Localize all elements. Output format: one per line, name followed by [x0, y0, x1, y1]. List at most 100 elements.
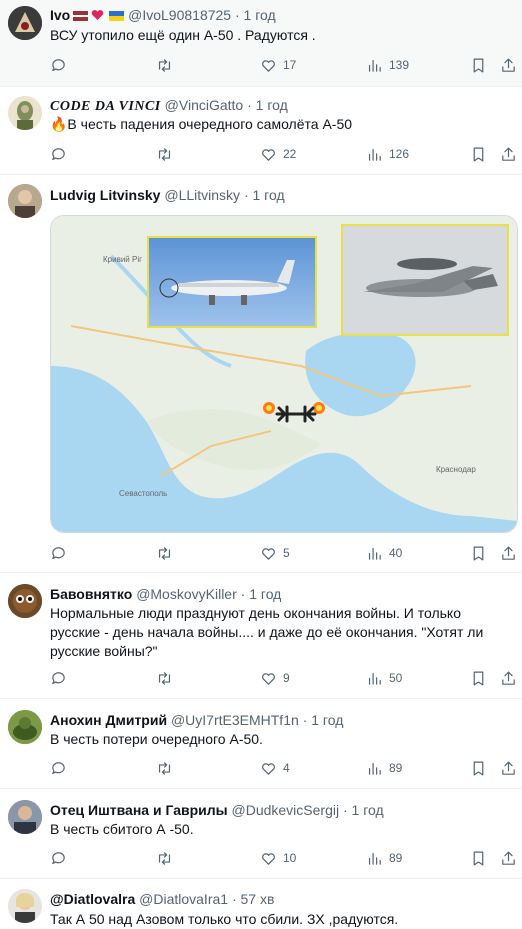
like-count: 5	[283, 546, 290, 560]
bookmark-icon	[473, 546, 484, 560]
views-button[interactable]: 40	[366, 543, 402, 563]
author-name[interactable]: Ivo	[50, 7, 70, 23]
avatar[interactable]	[8, 710, 42, 744]
bookmark-button[interactable]	[470, 758, 487, 778]
reply-button[interactable]	[50, 144, 67, 164]
like-button[interactable]: 4	[260, 758, 290, 778]
like-button[interactable]: 9	[260, 668, 290, 688]
tweet[interactable]: @Diatlovalra @DiatlovaIra1 · 57 хв Так А…	[0, 879, 522, 929]
tweet-header: Ludvig Litvinsky @LLitvinsky · 1 год	[50, 186, 285, 204]
author-handle[interactable]: @MoskovyKiller	[136, 586, 237, 602]
avatar[interactable]	[8, 800, 42, 834]
like-button[interactable]: 5	[260, 543, 290, 563]
bookmark-button[interactable]	[470, 543, 487, 563]
timestamp[interactable]: 1 год	[256, 97, 288, 113]
views-button[interactable]: 50	[366, 668, 402, 688]
separator-dot: ·	[247, 97, 252, 113]
author-name[interactable]: Анохин Дмитрий	[50, 712, 167, 728]
aircraft-photo-il20	[147, 236, 317, 328]
tweet[interactable]: Анохин Дмитрий @UyI7rtE3EMHTf1n · 1 год …	[0, 699, 522, 789]
tweet-feed: Ivo @IvoL90818725 · 1 год ВСУ утопило ещ…	[0, 0, 522, 929]
avatar[interactable]	[8, 184, 42, 218]
views-button[interactable]: 126	[366, 144, 409, 164]
avatar[interactable]	[8, 889, 42, 923]
timestamp[interactable]: 1 год	[253, 187, 285, 203]
author-name[interactable]: @Diatlovalra	[50, 891, 135, 907]
retweet-button[interactable]	[156, 848, 173, 868]
share-button[interactable]	[500, 144, 517, 164]
avatar[interactable]	[8, 96, 42, 130]
author-name[interactable]: CODE DA VINCI	[50, 99, 161, 114]
tweet[interactable]: Ivo @IvoL90818725 · 1 год ВСУ утопило ещ…	[0, 0, 522, 87]
avatar[interactable]	[8, 584, 42, 618]
bookmark-button[interactable]	[470, 668, 487, 688]
share-icon	[502, 546, 515, 560]
timestamp[interactable]: 1 год	[311, 712, 343, 728]
retweet-icon	[158, 761, 171, 775]
tweet-header: Анохин Дмитрий @UyI7rtE3EMHTf1n · 1 год	[50, 711, 343, 729]
reply-button[interactable]	[50, 848, 67, 868]
retweet-icon	[158, 147, 171, 161]
share-icon	[502, 851, 515, 865]
timestamp[interactable]: 1 год	[249, 586, 281, 602]
author-handle[interactable]: @DiatlovaIra1	[139, 891, 228, 907]
timestamp[interactable]: 1 год	[352, 802, 384, 818]
like-button[interactable]: 22	[260, 144, 296, 164]
share-button[interactable]	[500, 668, 517, 688]
author-name[interactable]: Ludvig Litvinsky	[50, 187, 160, 203]
timestamp[interactable]: 57 хв	[241, 891, 275, 907]
tweet-actions: 4 89	[50, 758, 520, 778]
retweet-button[interactable]	[156, 55, 173, 75]
author-name[interactable]: Отец Иштвана и Гаврилы	[50, 802, 228, 818]
like-count: 4	[283, 761, 290, 775]
author-handle[interactable]: @UyI7rtE3EMHTf1n	[171, 712, 299, 728]
views-button[interactable]: 139	[366, 55, 409, 75]
reply-button[interactable]	[50, 668, 67, 688]
reply-button[interactable]	[50, 543, 67, 563]
author-handle[interactable]: @DudkevicSergij	[232, 802, 340, 818]
retweet-icon	[158, 671, 171, 685]
views-icon	[368, 762, 381, 775]
bookmark-button[interactable]	[470, 55, 487, 75]
tweet[interactable]: Бавовнятко @MoskovyKiller · 1 год Нормал…	[0, 573, 522, 699]
bookmark-button[interactable]	[470, 848, 487, 868]
map-image[interactable]: Кривий Ріг Севастополь Краснодар	[50, 215, 518, 533]
retweet-button[interactable]	[156, 758, 173, 778]
retweet-button[interactable]	[156, 144, 173, 164]
explosion-marker-icon	[313, 402, 325, 414]
author-name[interactable]: Бавовнятко	[50, 586, 132, 602]
tweet[interactable]: Ludvig Litvinsky @LLitvinsky · 1 год Кри	[0, 175, 522, 573]
reply-icon	[52, 851, 65, 864]
tweet-actions: 17 139	[50, 55, 520, 75]
reply-button[interactable]	[50, 758, 67, 778]
tweet[interactable]: CODE DA VINCI @VinciGatto · 1 год 🔥В чес…	[0, 87, 522, 175]
separator-dot: ·	[243, 187, 249, 203]
avatar[interactable]	[8, 6, 42, 40]
like-button[interactable]: 17	[260, 55, 296, 75]
share-icon	[502, 761, 515, 775]
share-button[interactable]	[500, 55, 517, 75]
separator-dot: ·	[231, 891, 237, 907]
timestamp[interactable]: 1 год	[244, 7, 276, 23]
reply-button[interactable]	[50, 55, 67, 75]
tweet[interactable]: Отец Иштвана и Гаврилы @DudkevicSergij ·…	[0, 789, 522, 879]
retweet-button[interactable]	[156, 668, 173, 688]
share-button[interactable]	[500, 543, 517, 563]
author-handle[interactable]: @LLitvinsky	[164, 187, 240, 203]
views-button[interactable]: 89	[366, 848, 402, 868]
tweet-header: Ivo @IvoL90818725 · 1 год	[50, 6, 276, 24]
bookmark-button[interactable]	[470, 144, 487, 164]
like-button[interactable]: 10	[260, 848, 296, 868]
like-icon	[262, 59, 275, 72]
tweet-header: Бавовнятко @MoskovyKiller · 1 год	[50, 585, 281, 603]
author-handle[interactable]: @IvoL90818725	[128, 7, 231, 23]
red-heart-icon	[91, 7, 106, 20]
share-button[interactable]	[500, 758, 517, 778]
retweet-button[interactable]	[156, 543, 173, 563]
share-button[interactable]	[500, 848, 517, 868]
views-icon	[368, 547, 381, 560]
ukraine-flag-icon	[109, 7, 125, 21]
views-button[interactable]: 89	[366, 758, 402, 778]
author-handle[interactable]: @VinciGatto	[165, 97, 244, 113]
views-icon	[368, 59, 381, 72]
